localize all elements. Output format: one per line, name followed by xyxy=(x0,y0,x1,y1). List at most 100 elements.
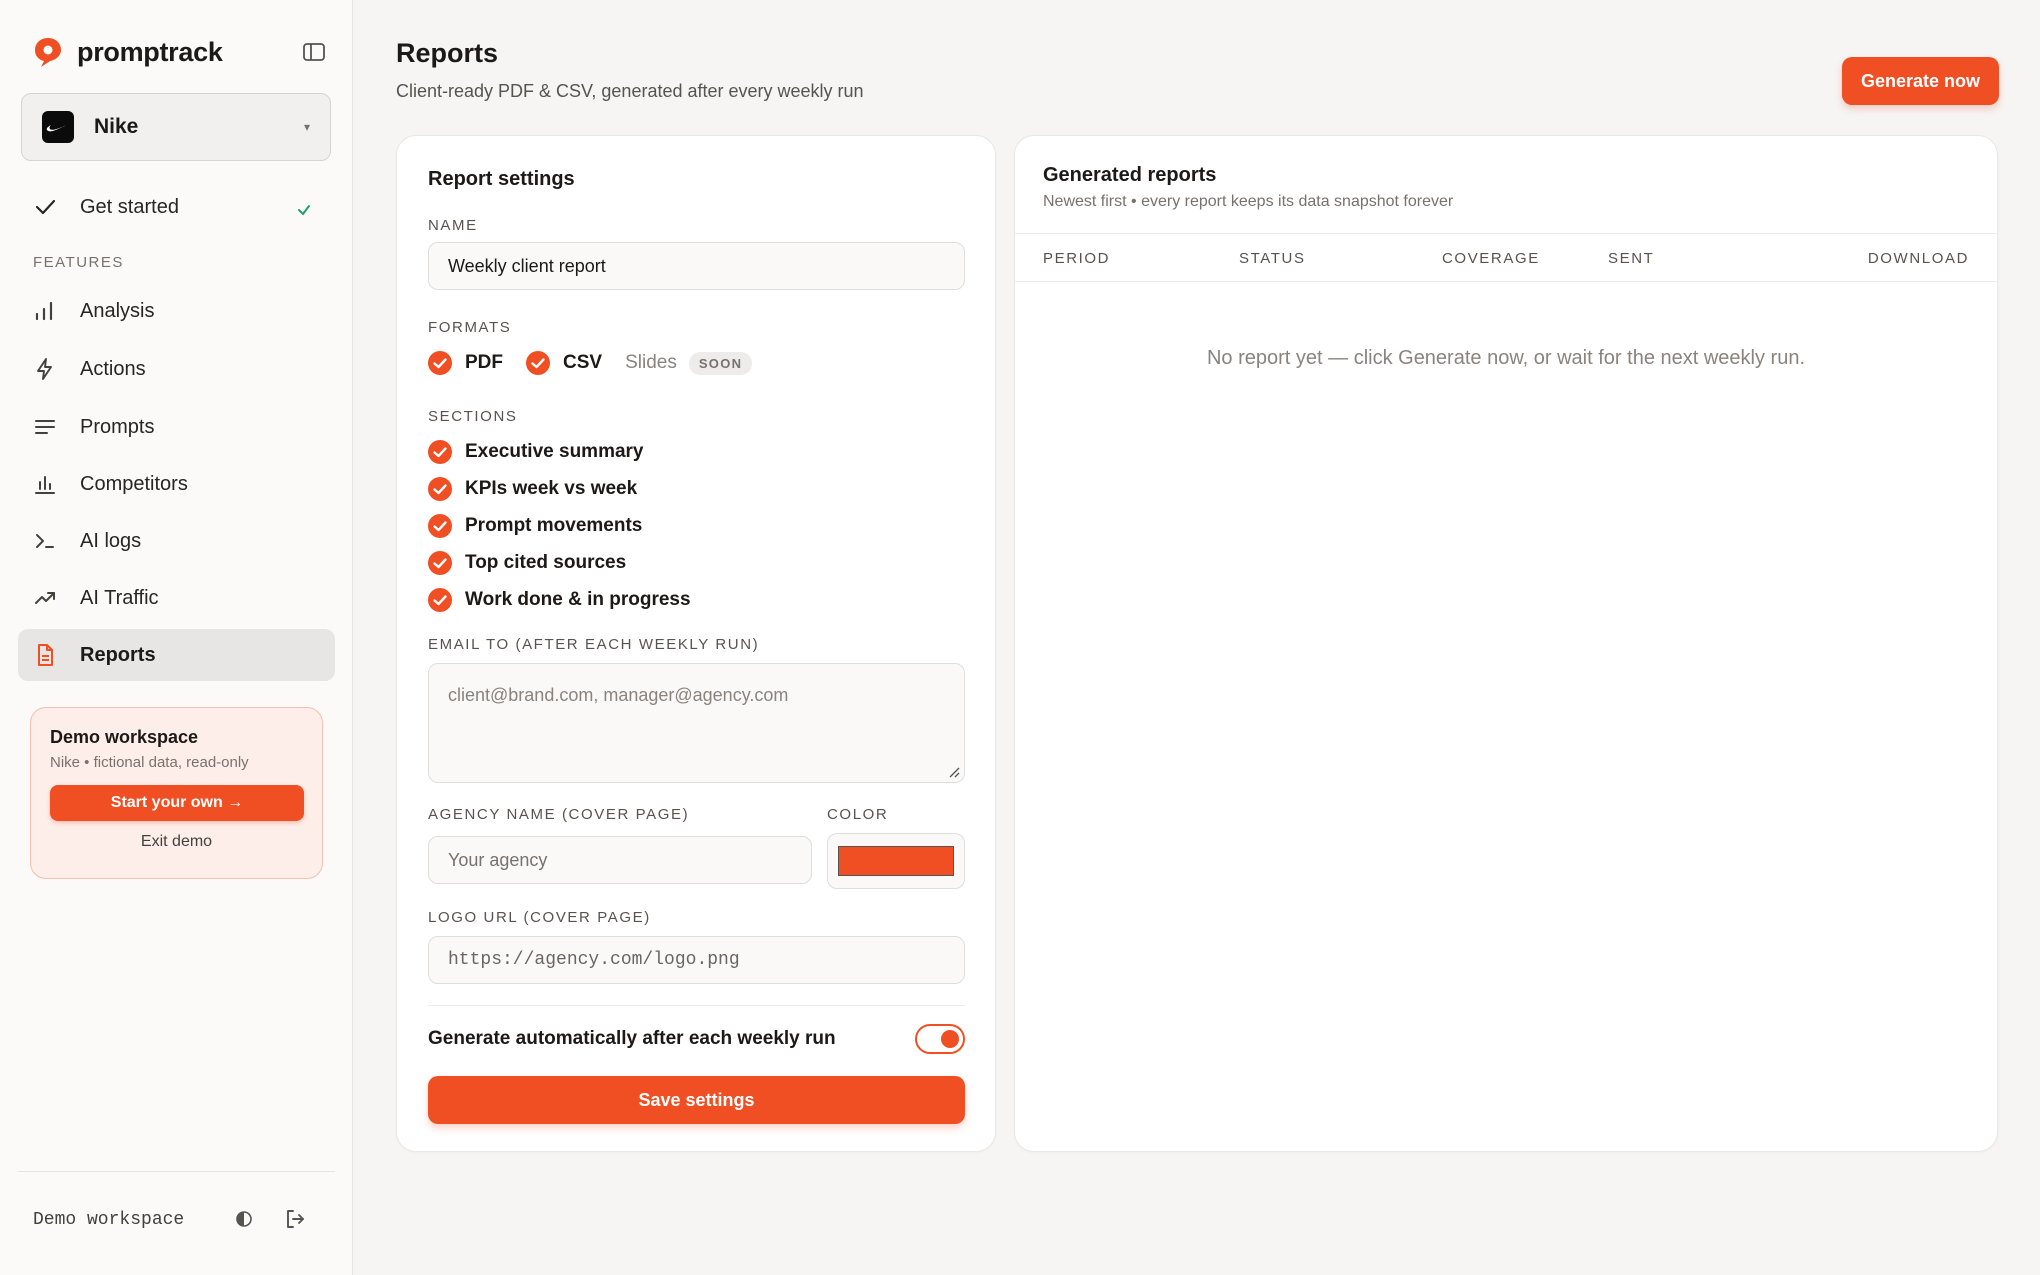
nav-label-actions: Actions xyxy=(80,357,146,380)
color-label: COLOR xyxy=(827,806,889,823)
email-placeholder: client@brand.com, manager@agency.com xyxy=(448,685,789,705)
section-label: Work done & in progress xyxy=(465,589,691,610)
sidebar-divider xyxy=(18,1171,335,1172)
nav-label-analysis: Analysis xyxy=(80,299,155,322)
reports-table-header: PERIOD STATUS COVERAGE SENT DOWNLOAD xyxy=(1015,233,1997,282)
page-title: Reports xyxy=(396,38,499,68)
bar-chart-icon xyxy=(32,298,58,324)
document-icon xyxy=(32,642,58,668)
format-csv-checkbox[interactable]: CSV xyxy=(526,351,602,375)
nav-label-reports: Reports xyxy=(80,643,156,666)
format-pdf-checkbox[interactable]: PDF xyxy=(428,351,503,375)
settings-title: Report settings xyxy=(428,168,575,190)
nav-label-ai-logs: AI logs xyxy=(80,529,142,552)
email-label: EMAIL TO (AFTER EACH WEEKLY RUN) xyxy=(428,636,760,653)
nike-logo-icon xyxy=(42,111,74,143)
section-label: Top cited sources xyxy=(465,552,627,573)
agency-label: AGENCY NAME (COVER PAGE) xyxy=(428,806,690,823)
format-slides-label: Slides xyxy=(625,352,677,373)
page-subtitle: Client-ready PDF & CSV, generated after … xyxy=(396,81,864,101)
nav-analysis[interactable]: Analysis xyxy=(18,285,335,337)
start-your-own-button[interactable]: Start your own → xyxy=(50,785,304,821)
sidebar-toggle-icon[interactable] xyxy=(300,39,328,65)
nav-reports[interactable]: Reports xyxy=(18,629,335,681)
section-checkbox[interactable]: Prompt movements xyxy=(428,514,642,538)
color-swatch xyxy=(838,846,954,876)
section-label: Prompt movements xyxy=(465,515,643,536)
checked-icon xyxy=(428,440,452,464)
logo-url-label: LOGO URL (COVER PAGE) xyxy=(428,909,651,926)
nav-actions[interactable]: Actions xyxy=(18,343,335,395)
column-header-period: PERIOD xyxy=(1043,250,1111,267)
bolt-icon xyxy=(32,356,58,382)
generate-now-button[interactable]: Generate now xyxy=(1842,57,1999,105)
section-checkbox[interactable]: Work done & in progress xyxy=(428,588,691,612)
formats-label: FORMATS xyxy=(428,319,512,336)
nav-ai-logs[interactable]: AI logs xyxy=(18,515,335,567)
section-checkbox[interactable]: Top cited sources xyxy=(428,551,626,575)
sections-label: SECTIONS xyxy=(428,408,518,425)
app-name: promptrack xyxy=(77,36,223,67)
nav-label-get-started: Get started xyxy=(80,195,179,218)
nav-label-prompts: Prompts xyxy=(80,415,155,438)
section-label: KPIs week vs week xyxy=(465,478,638,499)
check-icon xyxy=(32,194,58,220)
demo-title: Demo workspace xyxy=(50,727,199,747)
terminal-icon xyxy=(32,528,58,554)
theme-toggle-icon[interactable] xyxy=(232,1207,256,1231)
exit-demo-link[interactable]: Exit demo xyxy=(50,833,303,851)
demo-workspace-card: Demo workspace Nike • fictional data, re… xyxy=(30,707,323,879)
column-chart-icon xyxy=(32,471,58,497)
auto-generate-toggle[interactable] xyxy=(915,1024,965,1054)
lines-icon xyxy=(32,414,58,440)
nav-label-competitors: Competitors xyxy=(80,472,188,495)
generated-reports-card: Generated reports Newest first • every r… xyxy=(1014,135,1998,1152)
auto-generate-label: Generate automatically after each weekly… xyxy=(428,1028,836,1049)
resize-handle-icon[interactable] xyxy=(948,766,960,778)
nav-competitors[interactable]: Competitors xyxy=(18,458,335,510)
promptrack-logo-icon xyxy=(33,36,63,68)
toggle-knob xyxy=(941,1030,959,1048)
name-label: NAME xyxy=(428,217,478,234)
column-header-status: STATUS xyxy=(1239,250,1306,267)
column-header-coverage: COVERAGE xyxy=(1442,250,1540,267)
checked-icon xyxy=(428,351,452,375)
demo-subtitle: Nike • fictional data, read-only xyxy=(50,754,249,771)
checked-icon xyxy=(428,588,452,612)
section-checkbox[interactable]: KPIs week vs week xyxy=(428,477,637,501)
chevron-down-icon: ▾ xyxy=(303,120,310,134)
nav-get-started[interactable]: Get started xyxy=(18,181,335,233)
nav-ai-traffic[interactable]: AI Traffic xyxy=(18,572,335,624)
footer-workspace-label: Demo workspace xyxy=(33,1210,185,1230)
workspace-name: Nike xyxy=(94,115,139,138)
report-settings-card: Report settings NAME Weekly client repor… xyxy=(396,135,996,1152)
report-name-input[interactable]: Weekly client report xyxy=(428,242,965,290)
column-header-sent: SENT xyxy=(1608,250,1655,267)
reports-title: Generated reports xyxy=(1043,164,1217,186)
format-pdf-label: PDF xyxy=(465,352,503,373)
format-csv-label: CSV xyxy=(563,352,603,373)
logout-icon[interactable] xyxy=(283,1207,307,1231)
trend-up-icon xyxy=(32,585,58,611)
section-label: Executive summary xyxy=(465,441,644,462)
brand[interactable]: promptrack xyxy=(33,34,223,70)
checked-icon xyxy=(428,514,452,538)
sidebar: promptrack Nike ▾ Get started FEATURES A… xyxy=(0,0,353,1275)
empty-state-message: No report yet — click Generate now, or w… xyxy=(1206,347,1806,369)
color-picker[interactable] xyxy=(827,833,965,889)
nav-prompts[interactable]: Prompts xyxy=(18,401,335,453)
logo-url-input[interactable]: https://agency.com/logo.png xyxy=(428,936,965,984)
save-settings-button[interactable]: Save settings xyxy=(428,1076,965,1124)
email-textarea[interactable]: client@brand.com, manager@agency.com xyxy=(428,663,965,783)
settings-divider xyxy=(428,1005,965,1006)
section-checkbox[interactable]: Executive summary xyxy=(428,440,644,464)
column-header-download: DOWNLOAD xyxy=(1867,250,1969,267)
checked-icon xyxy=(428,477,452,501)
nav-label-ai-traffic: AI Traffic xyxy=(80,586,159,609)
completed-check-icon xyxy=(291,197,317,223)
workspace-selector[interactable]: Nike ▾ xyxy=(21,93,331,161)
features-section-label: FEATURES xyxy=(33,254,124,271)
soon-badge: SOON xyxy=(688,351,753,375)
reports-subtitle: Newest first • every report keeps its da… xyxy=(1043,193,1454,210)
agency-name-input[interactable]: Your agency xyxy=(428,836,812,884)
